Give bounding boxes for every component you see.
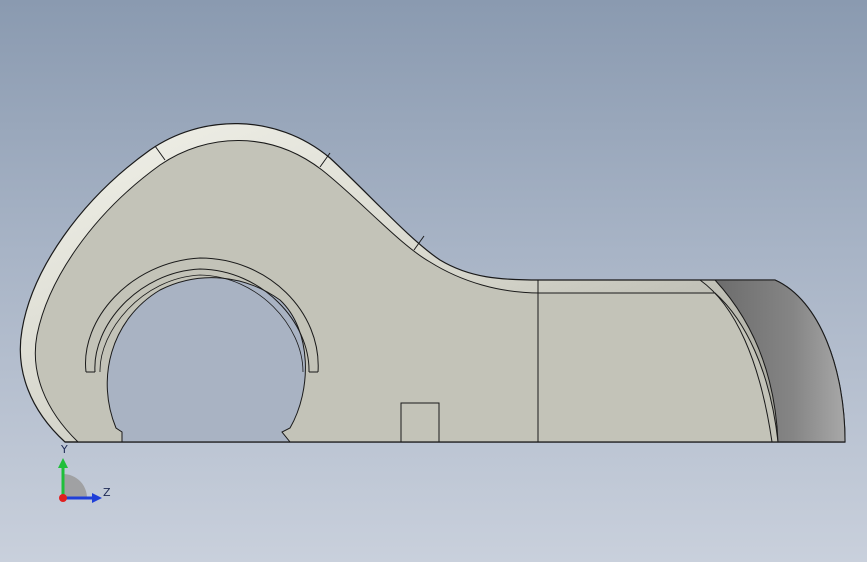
part-model[interactable]: [0, 0, 867, 562]
x-axis-origin-dot: [59, 494, 67, 502]
triad-quarter-disc: [63, 474, 87, 498]
y-axis-label: Y: [61, 443, 68, 456]
y-axis-arrowhead: [58, 458, 68, 468]
graphics-viewport[interactable]: Y Z: [0, 0, 867, 562]
coordinate-triad: Y Z: [50, 444, 120, 514]
rectangular-notch: [400, 402, 440, 443]
z-axis-arrowhead: [92, 493, 102, 503]
z-axis-label: Z: [103, 486, 111, 499]
